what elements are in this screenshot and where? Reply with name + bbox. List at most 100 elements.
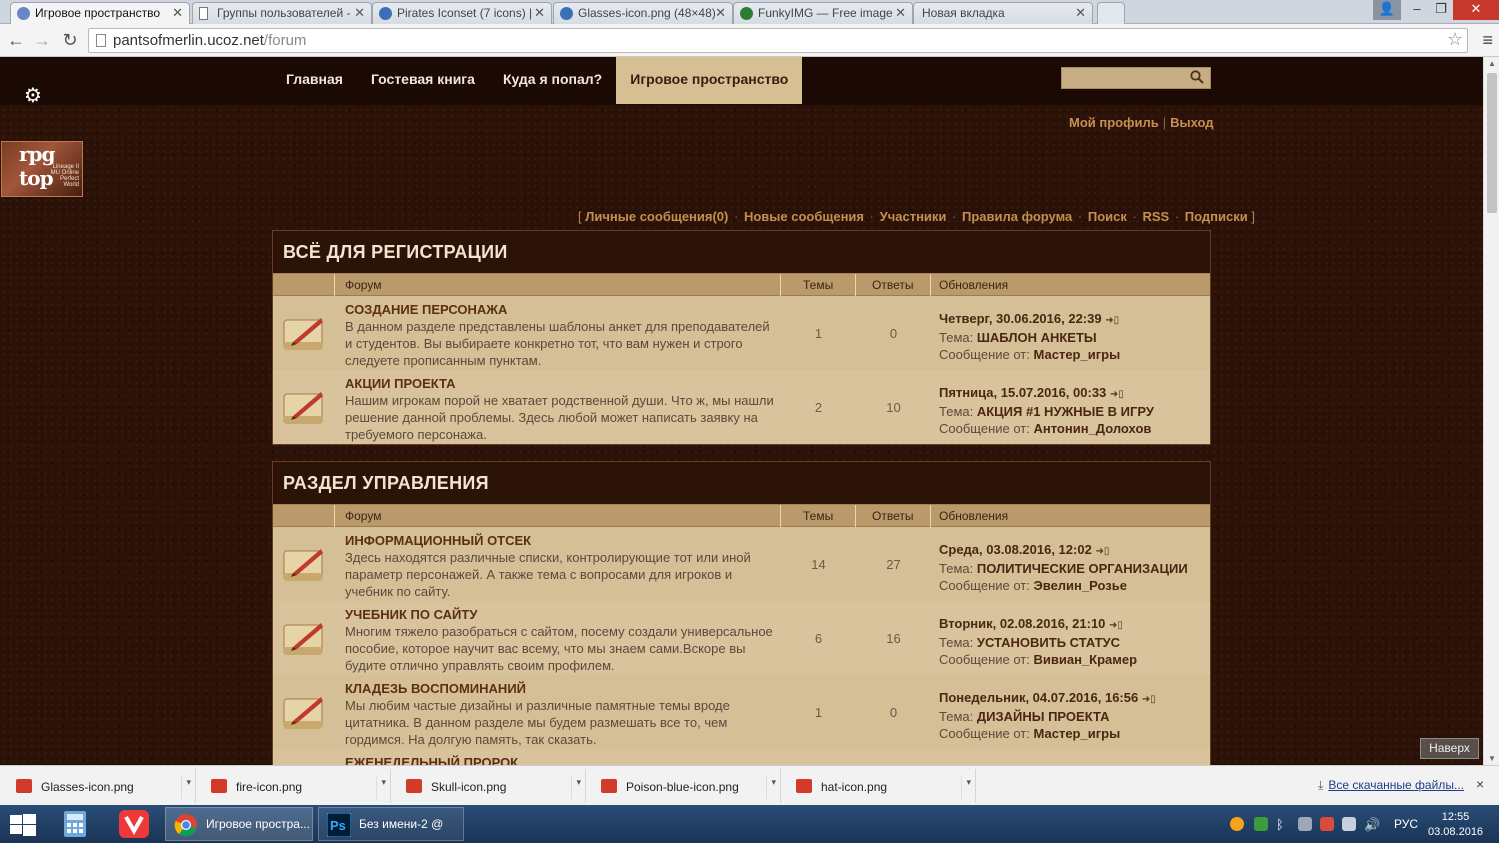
nav-home[interactable]: Главная — [272, 57, 357, 105]
download-item[interactable]: Skull-icon.png ▾ — [394, 769, 586, 803]
back-arrow-icon[interactable]: ← — [6, 30, 26, 50]
hamburger-menu-icon[interactable]: ≡ — [1482, 30, 1493, 51]
category-title[interactable]: РАЗДЕЛ УПРАВЛЕНИЯ — [273, 462, 1210, 505]
chevron-down-icon[interactable]: ▾ — [961, 775, 971, 799]
forum-title-link[interactable]: ЕЖЕНЕДЕЛЬНЫЙ ПРОРОК — [345, 755, 518, 765]
volume-icon[interactable]: 🔊 — [1364, 817, 1380, 832]
nav-guestbook[interactable]: Гостевая книга — [357, 57, 489, 105]
go-to-post-icon[interactable]: ➜▯ — [1109, 617, 1123, 634]
browser-tab[interactable]: Новая вкладка ✕ — [913, 2, 1093, 24]
last-topic-link[interactable]: ДИЗАЙНЫ ПРОЕКТА — [977, 709, 1110, 724]
new-messages-link[interactable]: Новые сообщения — [744, 209, 864, 224]
download-item[interactable]: Glasses-icon.png ▾ — [4, 769, 196, 803]
go-to-post-icon[interactable]: ➜▯ — [1142, 691, 1156, 708]
site-search-input[interactable] — [1061, 67, 1211, 89]
go-to-post-icon[interactable]: ➜▯ — [1095, 543, 1109, 560]
last-author-link[interactable]: Антонин_Долохов — [1034, 421, 1152, 436]
download-item[interactable]: Poison-blue-icon.png ▾ — [589, 769, 781, 803]
chevron-down-icon[interactable]: ▾ — [376, 775, 386, 799]
last-topic-link[interactable]: УСТАНОВИТЬ СТАТУС — [977, 635, 1120, 650]
subscriptions-link[interactable]: Подписки — [1185, 209, 1248, 224]
last-author-link[interactable]: Мастер_игры — [1034, 726, 1121, 741]
private-messages-link[interactable]: Личные сообщения(0) — [585, 209, 728, 224]
tab-close-icon[interactable]: ✕ — [1075, 3, 1086, 23]
last-topic-link[interactable]: ПОЛИТИЧЕСКИЕ ОРГАНИЗАЦИИ — [977, 561, 1188, 576]
rpg-top-banner[interactable]: rpg top Lineage II MU Online Perfect Wor… — [1, 141, 83, 197]
browser-tab[interactable]: FunkyIMG — Free image ✕ — [733, 2, 913, 24]
back-to-top-button[interactable]: Наверх — [1420, 738, 1479, 759]
gear-icon[interactable]: ⚙ — [24, 86, 44, 106]
user-profile-icon[interactable]: 👤 — [1373, 0, 1401, 20]
network-icon[interactable] — [1342, 817, 1356, 831]
url-text: pantsofmerlin.ucoz.net/forum — [113, 32, 307, 49]
scrollbar-thumb[interactable] — [1487, 73, 1497, 213]
forum-title-link[interactable]: ИНФОРМАЦИОННЫЙ ОТСЕК — [345, 533, 531, 548]
forum-title-link[interactable]: АКЦИИ ПРОЕКТА — [345, 376, 456, 391]
logout-link[interactable]: Выход — [1170, 115, 1213, 130]
bluetooth-icon[interactable]: ᛒ — [1276, 817, 1290, 832]
tab-close-icon[interactable]: ✕ — [715, 3, 726, 23]
browser-tab[interactable]: Игровое пространство ✕ — [10, 2, 190, 24]
browser-tab[interactable]: Glasses-icon.png (48×48) ✕ — [553, 2, 733, 24]
forum-title-link[interactable]: СОЗДАНИЕ ПЕРСОНАЖА — [345, 302, 507, 317]
bookmark-star-icon[interactable]: ☆ — [1447, 29, 1463, 50]
col-replies: Ответы — [872, 509, 914, 523]
reload-icon[interactable]: ↻ — [60, 30, 80, 50]
download-item[interactable]: fire-icon.png ▾ — [199, 769, 391, 803]
browser-tab[interactable]: Pirates Iconset (7 icons) | ✕ — [372, 2, 552, 24]
tab-close-icon[interactable]: ✕ — [895, 3, 906, 23]
go-to-post-icon[interactable]: ➜▯ — [1110, 386, 1124, 403]
forward-arrow-icon[interactable]: → — [32, 30, 52, 50]
chevron-down-icon[interactable]: ▾ — [181, 775, 191, 799]
download-item[interactable]: hat-icon.png ▾ — [784, 769, 976, 803]
last-topic-link[interactable]: АКЦИЯ #1 НУЖНЫЕ В ИГРУ — [977, 404, 1154, 419]
calculator-app-icon[interactable] — [62, 809, 88, 839]
restore-button[interactable]: ❐ — [1427, 0, 1455, 20]
rss-link[interactable]: RSS — [1142, 209, 1169, 224]
last-author-link[interactable]: Мастер_игры — [1034, 347, 1121, 362]
tray-network-icon[interactable] — [1254, 817, 1268, 831]
scroll-up-icon[interactable]: ▲ — [1488, 59, 1496, 68]
new-tab-button[interactable] — [1097, 2, 1125, 24]
members-link[interactable]: Участники — [880, 209, 947, 224]
tray-app-icon[interactable] — [1230, 817, 1244, 831]
chevron-down-icon[interactable]: ▾ — [571, 775, 581, 799]
taskbar-chrome-window[interactable]: Игровое простра... — [165, 807, 313, 841]
windows-start-icon[interactable] — [10, 814, 36, 836]
search-icon[interactable] — [1190, 70, 1204, 84]
category-title[interactable]: ВСЁ ДЛЯ РЕГИСТРАЦИИ — [273, 231, 1210, 274]
browser-tab[interactable]: Группы пользователей - ✕ — [192, 2, 372, 24]
col-forum: Форум — [345, 509, 382, 523]
vivaldi-app-icon[interactable] — [118, 809, 150, 839]
my-profile-link[interactable]: Мой профиль — [1069, 115, 1159, 130]
tab-close-icon[interactable]: ✕ — [354, 3, 365, 23]
flag-icon[interactable] — [1320, 817, 1334, 831]
scroll-quill-icon — [283, 623, 323, 655]
clock[interactable]: 12:55 03.08.2016 — [1428, 810, 1483, 840]
taskbar-photoshop-window[interactable]: Ps Без имени-2 @ 6... — [318, 807, 464, 841]
last-post-info: Вторник, 02.08.2016, 21:10 ➜▯ Тема: УСТА… — [939, 616, 1138, 667]
last-topic-link[interactable]: ШАБЛОН АНКЕТЫ — [977, 330, 1097, 345]
star-favicon-icon — [379, 7, 392, 20]
tab-close-icon[interactable]: ✕ — [534, 3, 545, 23]
last-author-link[interactable]: Эвелин_Розье — [1034, 578, 1127, 593]
close-window-button[interactable]: ✕ — [1453, 0, 1499, 20]
forum-title-link[interactable]: КЛАДЕЗЬ ВОСПОМИНАНИЙ — [345, 681, 526, 696]
close-icon[interactable]: × — [1476, 776, 1484, 792]
tray-app-icon[interactable] — [1298, 817, 1312, 831]
input-language[interactable]: РУС — [1394, 817, 1418, 831]
all-downloads-link[interactable]: ⤓ Все скачанные файлы... — [1318, 778, 1464, 793]
nav-game-space[interactable]: Игровое пространство — [616, 57, 803, 104]
go-to-post-icon[interactable]: ➜▯ — [1105, 312, 1119, 329]
tab-close-icon[interactable]: ✕ — [172, 3, 183, 23]
nav-where-am-i[interactable]: Куда я попал? — [489, 57, 616, 105]
address-bar[interactable]: pantsofmerlin.ucoz.net/forum ☆ — [88, 28, 1468, 53]
forum-row: КЛАДЕЗЬ ВОСПОМИНАНИЙ Мы любим частые диз… — [273, 675, 1210, 749]
scroll-down-icon[interactable]: ▼ — [1488, 754, 1496, 763]
forum-rules-link[interactable]: Правила форума — [962, 209, 1072, 224]
chevron-down-icon[interactable]: ▾ — [766, 775, 776, 799]
forum-title-link[interactable]: УЧЕБНИК ПО САЙТУ — [345, 607, 477, 622]
page-scrollbar[interactable]: ▲ ▼ — [1483, 57, 1499, 765]
search-link[interactable]: Поиск — [1088, 209, 1127, 224]
last-author-link[interactable]: Вивиан_Крамер — [1034, 652, 1138, 667]
